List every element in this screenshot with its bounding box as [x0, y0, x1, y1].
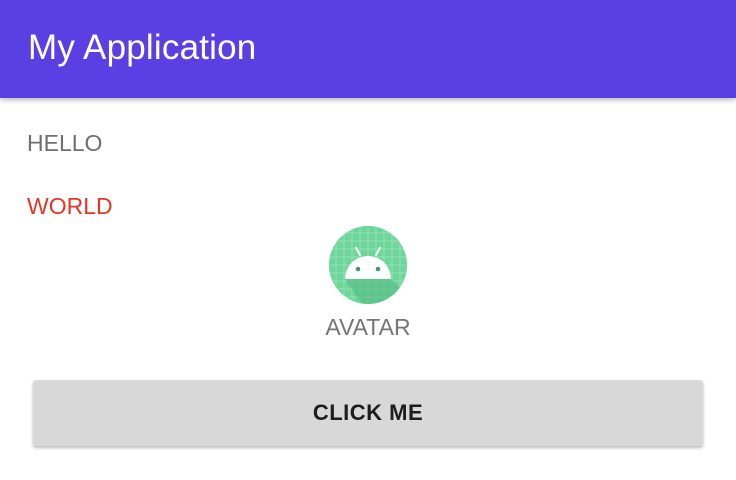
app-screen: My Application HELLO WORLD AVATAR CLICK … — [0, 0, 736, 480]
app-bar: My Application — [0, 0, 736, 98]
avatar-label: AVATAR — [325, 314, 411, 340]
android-icon — [329, 226, 407, 304]
app-title: My Application — [28, 28, 257, 67]
click-me-button[interactable]: CLICK ME — [33, 380, 703, 446]
world-text: WORLD — [27, 193, 113, 219]
avatar-container: AVATAR — [318, 224, 418, 342]
hello-text: HELLO — [27, 130, 103, 156]
